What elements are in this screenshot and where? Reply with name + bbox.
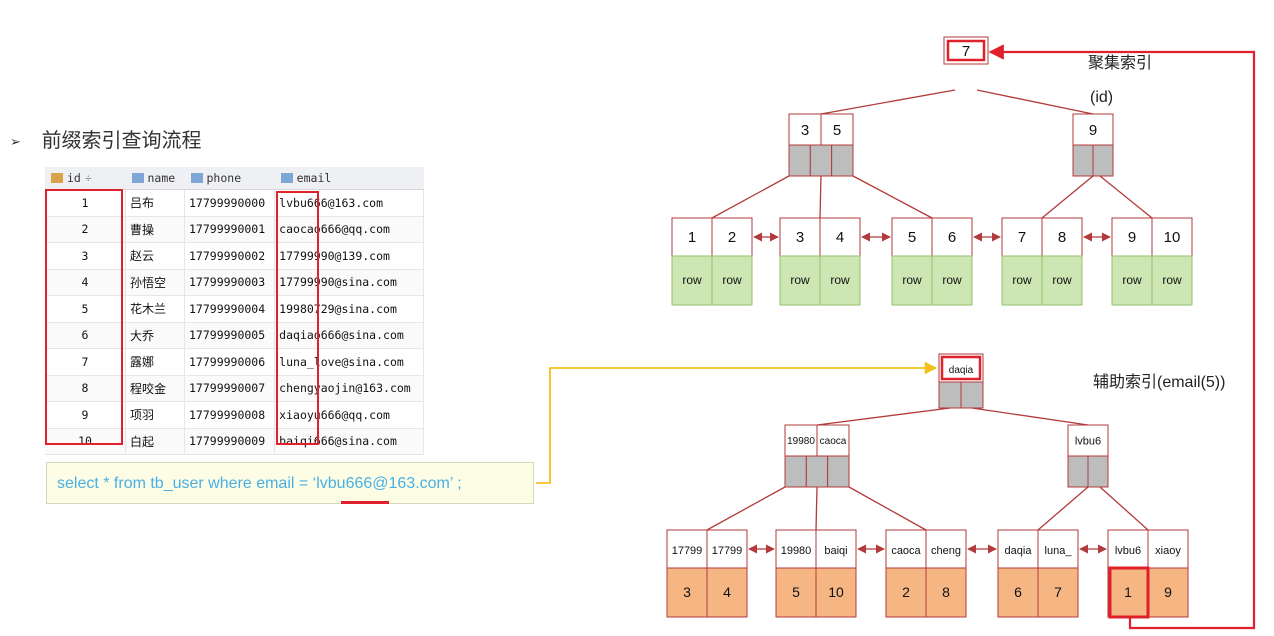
index-key-text: 5	[833, 122, 841, 139]
leaf-key-text: 17799	[672, 545, 703, 557]
tree-edge	[971, 407, 1089, 426]
pointer-cell	[831, 144, 854, 177]
leaf-key-text: baiqi	[824, 545, 847, 557]
leaf-row-text: row	[830, 273, 850, 287]
leaf-key-text: lvbu6	[1115, 545, 1141, 557]
index-key-text: 7	[962, 43, 970, 60]
index-key-text: daqia	[949, 365, 974, 376]
leaf-key-text: 10	[1164, 229, 1181, 246]
tree-edge	[706, 486, 786, 531]
query-entry-arrow	[536, 361, 938, 484]
leaf-key-text: 9	[1128, 229, 1136, 246]
tree-edge	[1041, 175, 1094, 219]
leaf-id-text: 8	[942, 584, 950, 600]
leaf-id-text: 1	[1124, 584, 1132, 600]
leaf-key-text: cheng	[931, 545, 961, 557]
tree-edge	[816, 407, 951, 426]
leaf-id-text: 2	[902, 584, 910, 600]
pointer-cell	[788, 144, 811, 177]
leaf-key-text: 3	[796, 229, 804, 246]
pointer-cell	[784, 455, 807, 488]
leaf-key-text: 17799	[712, 545, 743, 557]
pointer-cell	[938, 381, 962, 409]
leaf-id-text: 9	[1164, 584, 1172, 600]
leaf-row-text: row	[1052, 273, 1072, 287]
leaf-key-text: caoca	[891, 545, 921, 557]
leaf-id-text: 4	[723, 584, 731, 600]
leaf-key-text: daqia	[1005, 545, 1033, 557]
leaf-row-text: row	[790, 273, 810, 287]
tree-edge	[820, 89, 956, 115]
pointer-cell	[805, 455, 829, 488]
leaf-key-text: 2	[728, 229, 736, 246]
tree-edge	[815, 486, 818, 531]
tree-edge	[711, 175, 790, 219]
pointer-cell	[809, 144, 833, 177]
leaf-id-text: 10	[828, 584, 844, 600]
leaf-key-text: 19980	[781, 545, 812, 557]
tree-edge	[1037, 486, 1089, 531]
clustered-index-subtitle: (id)	[1090, 89, 1113, 106]
leaf-key-text: 4	[836, 229, 844, 246]
leaf-key-text: xiaoy	[1155, 545, 1181, 557]
index-key-text: 3	[801, 122, 809, 139]
leaf-id-text: 5	[792, 584, 800, 600]
index-key-text: 9	[1089, 122, 1097, 139]
pointer-cell	[960, 381, 984, 409]
index-key-text: caoca	[820, 436, 847, 447]
leaf-key-text: luna_	[1045, 545, 1073, 557]
leaf-row-text: row	[722, 273, 742, 287]
tree-edge	[852, 175, 933, 219]
index-diagram: 7 3 5 9 1 row 2 row 3 row 4 row 5 row 6 row 7 row 8 row 9 row…	[536, 36, 1256, 630]
leaf-row-text: row	[1122, 273, 1142, 287]
leaf-key-text: 5	[908, 229, 916, 246]
tree-edge	[819, 175, 822, 219]
leaf-id-text: 6	[1014, 584, 1022, 600]
leaf-key-text: 6	[948, 229, 956, 246]
tree-edge	[848, 486, 927, 531]
leaf-id-text: 7	[1054, 584, 1062, 600]
secondary-index-title: 辅助索引(email(5))	[1093, 373, 1225, 391]
leaf-key-text: 7	[1018, 229, 1026, 246]
clustered-index-title: 聚集索引	[1088, 54, 1152, 72]
leaf-row-text: row	[682, 273, 702, 287]
leaf-key-text: 1	[688, 229, 696, 246]
leaf-row-text: row	[1012, 273, 1032, 287]
leaf-row-text: row	[902, 273, 922, 287]
pointer-cell	[827, 455, 850, 488]
pointer-cell	[1072, 144, 1094, 177]
pointer-cell	[1087, 455, 1109, 488]
tree-edge	[1099, 486, 1149, 531]
leaf-row-text: row	[942, 273, 962, 287]
pointer-cell	[1092, 144, 1114, 177]
leaf-row-text: row	[1162, 273, 1182, 287]
pointer-cell	[1067, 455, 1089, 488]
leaf-key-text: 8	[1058, 229, 1066, 246]
index-key-text: 19980	[787, 436, 815, 447]
tree-edge	[976, 89, 1094, 115]
tree-edge	[1099, 175, 1153, 219]
leaf-id-text: 3	[683, 584, 691, 600]
index-key-text: lvbu6	[1075, 435, 1101, 447]
